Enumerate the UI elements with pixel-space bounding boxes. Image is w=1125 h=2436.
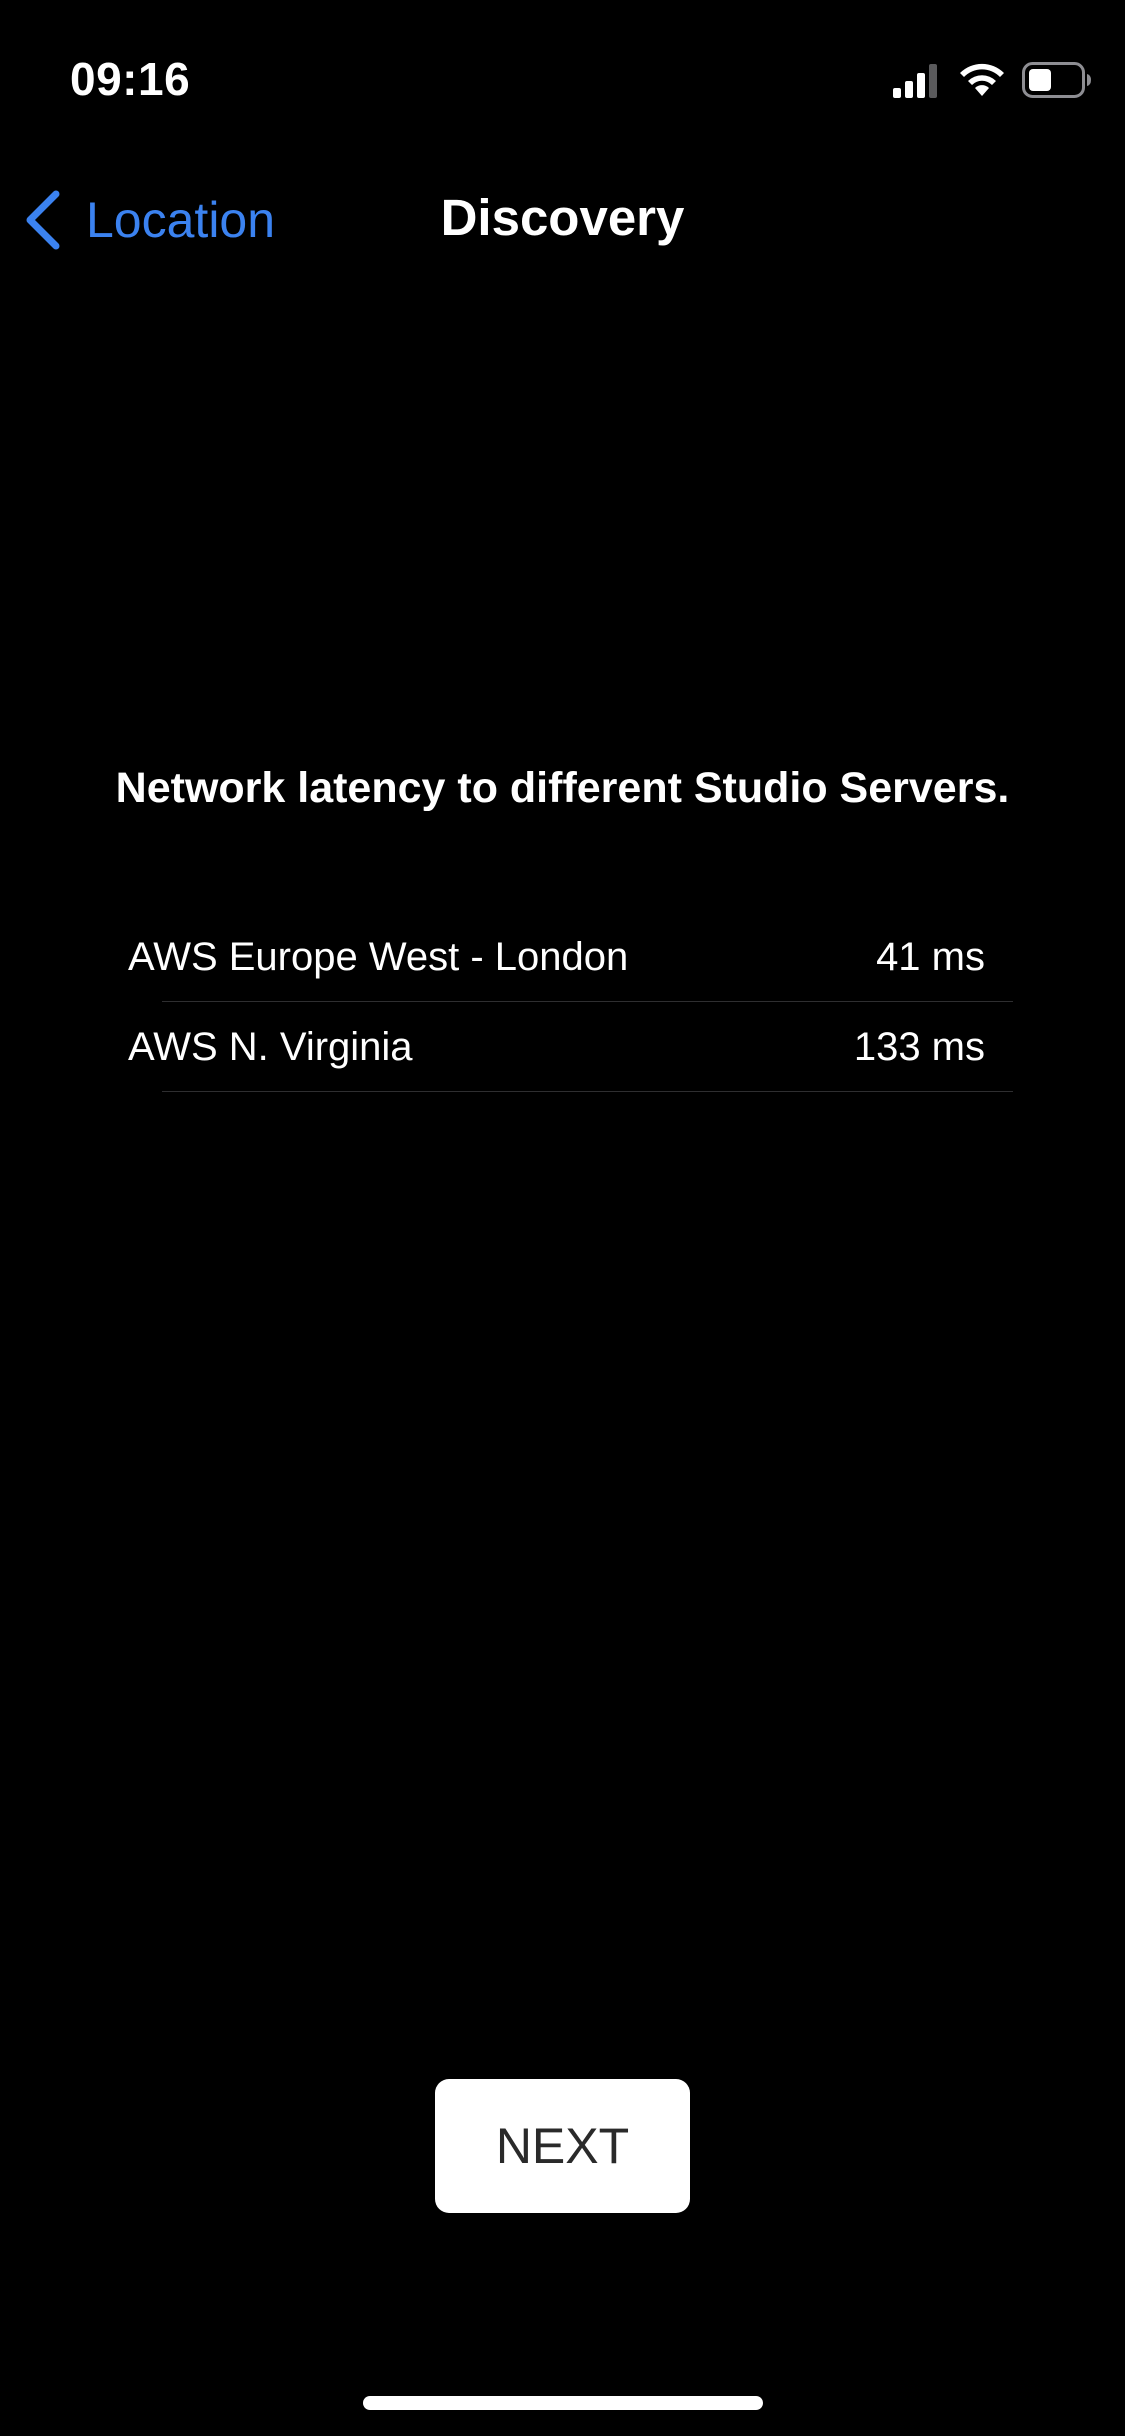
wifi-icon	[960, 63, 1004, 96]
page-title: Discovery	[440, 189, 685, 246]
battery-icon	[1022, 62, 1091, 98]
home-indicator[interactable]	[363, 2396, 763, 2410]
server-list: AWS Europe West - London 41 ms AWS N. Vi…	[128, 912, 1013, 1092]
signal-icon	[893, 64, 937, 98]
navigation-bar: Location Discovery	[0, 160, 1125, 280]
server-name: AWS Europe West - London	[128, 934, 629, 979]
server-latency: 41 ms	[876, 934, 985, 979]
server-latency: 133 ms	[853, 1024, 985, 1069]
status-time: 09:16	[70, 53, 191, 105]
next-button[interactable]: NEXT	[435, 2079, 690, 2213]
server-name: AWS N. Virginia	[128, 1024, 413, 1069]
latency-heading: Network latency to different Studio Serv…	[115, 764, 1010, 812]
server-row-virginia[interactable]: AWS N. Virginia 133 ms	[128, 1002, 1013, 1092]
status-bar: 09:16	[0, 0, 1125, 130]
server-row-london[interactable]: AWS Europe West - London 41 ms	[128, 912, 1013, 1002]
